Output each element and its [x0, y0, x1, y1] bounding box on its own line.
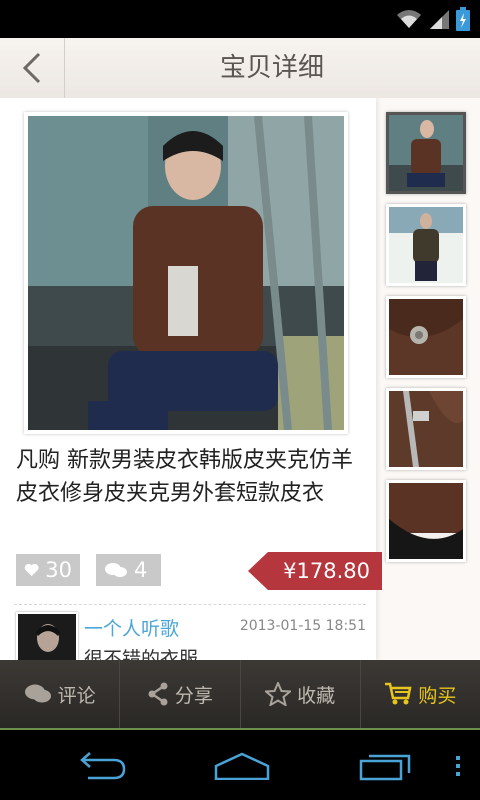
title-bar: 宝贝详细 [0, 38, 480, 99]
share-tab-button[interactable]: 分享 [119, 660, 239, 728]
product-photo[interactable] [24, 112, 348, 434]
page-title: 宝贝详细 [219, 53, 324, 83]
comment-username[interactable]: 一个人听歌 [84, 614, 179, 641]
tab-label: 购买 [418, 684, 457, 707]
comment-count-button[interactable]: 4 [96, 554, 161, 586]
thumbnail-item[interactable] [386, 296, 466, 378]
share-icon [148, 682, 168, 706]
back-button[interactable] [0, 38, 65, 98]
nav-back-button[interactable] [70, 748, 130, 784]
thumbnail-image [389, 299, 463, 375]
recents-icon [359, 754, 411, 781]
comment-timestamp: 2013-01-15 18:51 [239, 618, 366, 634]
avatar[interactable] [16, 612, 78, 660]
cart-icon [385, 682, 412, 705]
thumbnail-item[interactable] [386, 112, 466, 194]
like-count: 30 [45, 558, 72, 582]
tab-label: 分享 [174, 684, 213, 707]
back-arrow-icon [80, 752, 126, 780]
signal-icon [430, 10, 449, 29]
star-icon [265, 682, 292, 706]
status-bar [0, 0, 480, 38]
system-nav-bar [0, 730, 480, 800]
thumbnail-image [389, 207, 463, 283]
comment-text: 很不错的衣服 [84, 648, 199, 660]
product-main-panel: 凡购 新款男装皮衣韩版皮夹克仿羊皮衣修身皮夹克男外套短款皮衣 30 4 ¥178… [0, 98, 382, 660]
home-icon [214, 752, 270, 780]
overflow-menu-icon [456, 756, 460, 776]
wifi-icon [397, 10, 421, 28]
nav-menu-button[interactable] [446, 748, 470, 784]
avatar-image [18, 614, 76, 660]
price-tag: ¥178.80 [248, 552, 382, 590]
thumbnail-item[interactable] [386, 480, 466, 562]
buy-tab-button[interactable]: 购买 [359, 660, 480, 728]
thumbnail-image [389, 391, 463, 467]
heart-icon [24, 563, 39, 577]
thumbnail-image [389, 483, 463, 559]
tab-label: 评论 [57, 684, 96, 707]
chevron-left-icon [22, 52, 41, 84]
product-name: 凡购 新款男装皮衣韩版皮夹克仿羊皮衣修身皮夹克男外套短款皮衣 [16, 448, 353, 506]
comment-bubble-icon [105, 563, 127, 577]
thumbnail-item[interactable] [386, 388, 466, 470]
battery-icon [456, 7, 470, 31]
thumbnail-item[interactable] [386, 204, 466, 286]
product-detail: 凡购 新款男装皮衣韩版皮夹克仿羊皮衣修身皮夹克男外套短款皮衣 30 4 ¥178… [0, 98, 480, 660]
thumbnail-image [389, 115, 463, 191]
tab-label: 收藏 [297, 684, 336, 707]
thumbnail-list [386, 112, 468, 572]
action-bar: 评论 分享 收藏 购买 [0, 660, 480, 730]
nav-recents-button[interactable] [356, 748, 416, 784]
comment-tab-button[interactable]: 评论 [0, 660, 119, 728]
like-count-button[interactable]: 30 [16, 554, 80, 586]
favorite-tab-button[interactable]: 收藏 [239, 660, 360, 728]
comment-icon [24, 684, 51, 703]
product-image [28, 116, 344, 430]
nav-home-button[interactable] [210, 748, 274, 784]
divider [14, 604, 366, 605]
comment-count: 4 [134, 558, 148, 582]
